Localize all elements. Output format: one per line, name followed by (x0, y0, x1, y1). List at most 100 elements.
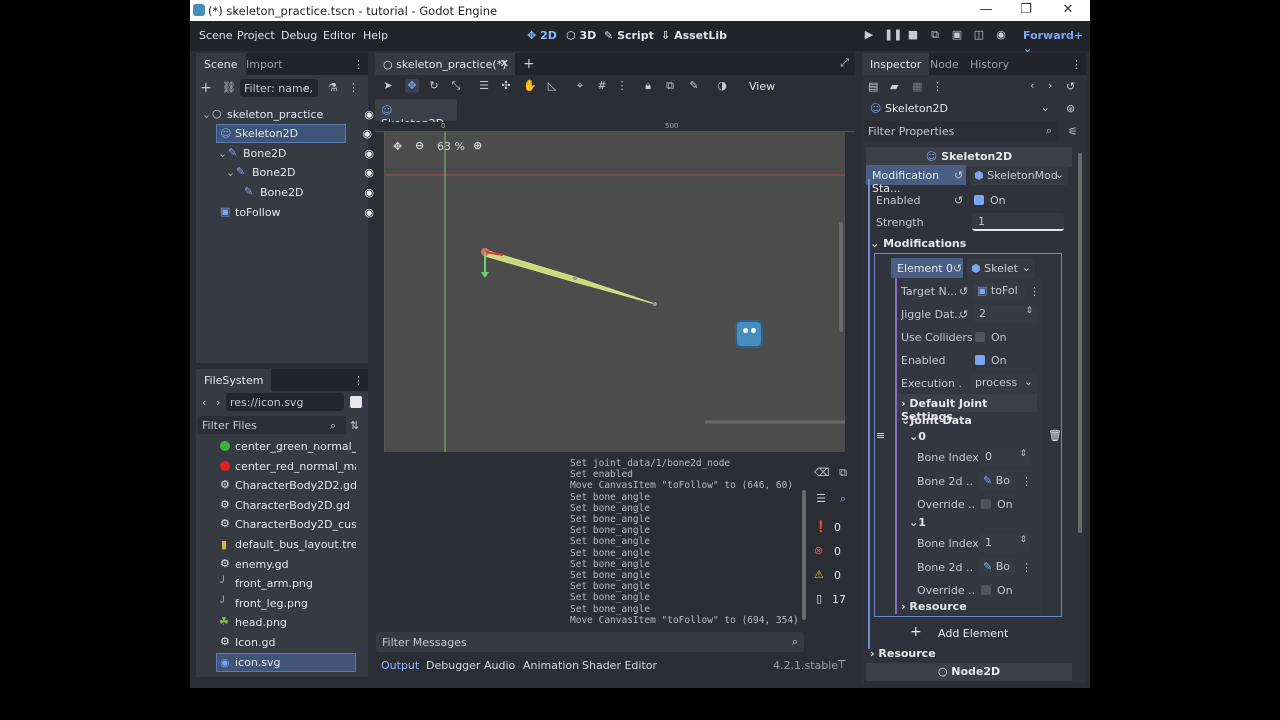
sort-icon[interactable]: ⇅ (350, 419, 359, 432)
close-tab-icon[interactable]: ✕ (500, 57, 509, 70)
joint-1-header[interactable]: ⌄1 (909, 516, 926, 529)
tree-item-skeleton-practice[interactable]: ⌄ ○ skeleton_practice ◉ (196, 105, 374, 124)
camera-override-icon[interactable]: ◑ (715, 79, 729, 93)
menu-dots-icon[interactable]: ⋮ (1071, 58, 1082, 71)
element-enabled-checkbox[interactable]: On (975, 354, 1007, 367)
add-tab-icon[interactable]: + (523, 56, 535, 72)
strength-slider[interactable]: 1 (972, 213, 1064, 231)
file-item[interactable]: center_red_normal_ma... (216, 457, 356, 476)
visibility-eye-icon[interactable]: ◉ (364, 186, 374, 199)
visibility-eye-icon[interactable]: ◉ (364, 166, 374, 179)
menu-dots-icon[interactable]: ⋮ (932, 80, 943, 93)
file-item[interactable]: center_green_normal_... (216, 437, 356, 456)
element-resource-section[interactable]: › Resource (901, 600, 967, 613)
menu-dots-icon[interactable]: ⋮ (353, 58, 364, 71)
joint1-override-checkbox[interactable]: On (981, 584, 1013, 597)
tree-item-bone2d-3[interactable]: ✎ Bone2D ◉ (196, 183, 374, 202)
breadcrumb[interactable]: ☺ Skeleton2D (375, 99, 457, 130)
inspector-scrollbar[interactable] (1078, 153, 1082, 533)
element-0-picker[interactable]: ⬢ Skelet ⌄ (967, 259, 1035, 278)
collapse-arrow-icon[interactable]: ⌄ (202, 108, 211, 121)
workspace-3d[interactable]: ⬡ 3D (566, 29, 596, 42)
visibility-eye-icon[interactable]: ◉ (364, 206, 374, 219)
link-icon[interactable]: ⛓ (222, 81, 236, 94)
tree-item-bone2d-1[interactable]: ⌄ ✎ Bone2D ◉ (196, 144, 374, 163)
workspace-2d[interactable]: ✥ 2D (527, 29, 557, 42)
close-button[interactable]: ✕ (1056, 2, 1080, 19)
rotate-tool-icon[interactable]: ↻ (427, 79, 441, 93)
history-back-icon[interactable]: ‹ (1030, 79, 1034, 92)
forward-icon[interactable]: › (216, 396, 220, 409)
jiggle-data-spinbox[interactable]: 2 ⇕ (973, 305, 1037, 323)
revert-icon[interactable]: ↺ (953, 262, 962, 275)
play-icon[interactable]: ▶ (862, 28, 876, 42)
modifications-section[interactable]: ⌄ Modifications (870, 237, 966, 250)
drag-handle-icon[interactable]: ≡ (876, 429, 885, 442)
split-mode-icon[interactable] (350, 396, 362, 408)
tab-shader-editor[interactable]: Shader Editor (582, 659, 657, 672)
smart-snap-icon[interactable]: ⌖ (573, 79, 587, 93)
v-scrollbar[interactable] (839, 222, 843, 332)
tofollow-sprite[interactable] (735, 320, 763, 348)
joint1-bone-index-spinbox[interactable]: 1 ⇕ (979, 534, 1031, 552)
copy-log-icon[interactable]: ⧉ (836, 466, 850, 480)
revert-icon[interactable]: ↺ (959, 285, 968, 298)
pan-tool-icon[interactable]: ✋ (523, 79, 537, 93)
output-scrollbar[interactable] (802, 490, 806, 620)
renderer-select[interactable]: Forward+ ⌄ (1023, 29, 1090, 55)
message-count-toggle[interactable]: ▯ 17 (808, 590, 854, 610)
maximize-button[interactable]: ❐ (1014, 2, 1038, 19)
revert-icon[interactable]: ↺ (959, 308, 968, 321)
tab-history[interactable]: History (962, 53, 1017, 75)
move-tool-icon[interactable]: ✥ (405, 79, 419, 93)
grid-snap-icon[interactable]: # (595, 79, 609, 93)
lock-icon[interactable]: 🔒︎ (641, 79, 655, 93)
view-menu[interactable]: View (749, 80, 775, 93)
delete-icon[interactable]: 🗑︎ (1048, 429, 1062, 442)
filter-files-input[interactable]: Filter Files (198, 416, 346, 434)
file-item[interactable]: ╯ front_leg.png (216, 594, 356, 613)
warning-count-toggle[interactable]: ⚠ 0 (808, 566, 854, 586)
collapse-arrow-icon[interactable]: ⌄ (226, 166, 235, 179)
tree-item-tofollow[interactable]: ▣ toFollow ◉ (196, 203, 374, 222)
file-item[interactable]: ☘ head.png (216, 613, 356, 632)
node2d-section-header[interactable]: ○ Node2D (866, 663, 1072, 681)
new-resource-icon[interactable]: ▤ (868, 80, 878, 93)
bone-tool-icon[interactable]: ✎ (687, 79, 701, 93)
group-icon[interactable]: ⧉ (663, 79, 677, 93)
visibility-eye-icon[interactable]: ◉ (364, 147, 374, 160)
filter-properties-input[interactable]: Filter Properties ⌕ (864, 121, 1058, 141)
joint1-bone2d-picker[interactable]: ✎ Bo (979, 558, 1015, 576)
file-item[interactable]: ⚙ CharacterBody2D2.gd (216, 476, 356, 495)
zoom-in-icon[interactable]: ⊕ (473, 139, 482, 152)
workspace-script[interactable]: ✎ Script (604, 29, 654, 42)
joint0-bone-index-spinbox[interactable]: 0 ⇕ (979, 448, 1031, 466)
file-item[interactable]: ⚙ CharacterBody2D.gd (216, 496, 356, 515)
open-folder-icon[interactable]: ▰ (890, 80, 898, 93)
revert-icon[interactable]: ↺ (954, 194, 963, 207)
object-history-icon[interactable]: ↺ (1066, 80, 1075, 93)
menu-dots-icon[interactable]: ⋮ (615, 79, 629, 93)
back-icon[interactable]: ‹ (202, 396, 206, 409)
visibility-eye-icon[interactable]: ◉ (364, 108, 374, 121)
default-joint-settings-section[interactable]: › Default Joint Settings (897, 394, 1037, 423)
add-element-button[interactable]: + Add Element (910, 623, 1040, 643)
zoom-level[interactable]: 63 % (437, 140, 465, 153)
menu-help[interactable]: Help (363, 29, 388, 42)
search-log-icon[interactable]: ⌕ (836, 492, 850, 506)
object-selector[interactable]: ☺ Skeleton2D ⌄ (864, 98, 1058, 118)
scale-tool-icon[interactable]: ⤡ (449, 79, 463, 93)
pause-icon[interactable]: ❚❚ (884, 28, 902, 42)
file-item[interactable]: ⚙ CharacterBody2D_cust... (216, 515, 356, 534)
visibility-eye-icon[interactable]: ◉ (362, 127, 372, 140)
tab-output[interactable]: Output (381, 659, 419, 672)
instance-icon[interactable]: ⚗ (328, 81, 338, 94)
scene-tab[interactable]: ○ skeleton_practice(*) ✕ (375, 53, 515, 75)
tab-inspector[interactable]: Inspector (862, 53, 930, 75)
joint-data-section[interactable]: ⌄Joint Data (901, 414, 972, 427)
enabled-checkbox[interactable]: On (974, 194, 1006, 207)
zoom-out-icon[interactable]: ⊖ (415, 139, 424, 152)
history-forward-icon[interactable]: › (1048, 79, 1052, 92)
canvas-viewport[interactable]: ✥ ⊖ 63 % ⊕ (385, 132, 845, 452)
movie-icon[interactable]: ◉ (994, 28, 1008, 42)
